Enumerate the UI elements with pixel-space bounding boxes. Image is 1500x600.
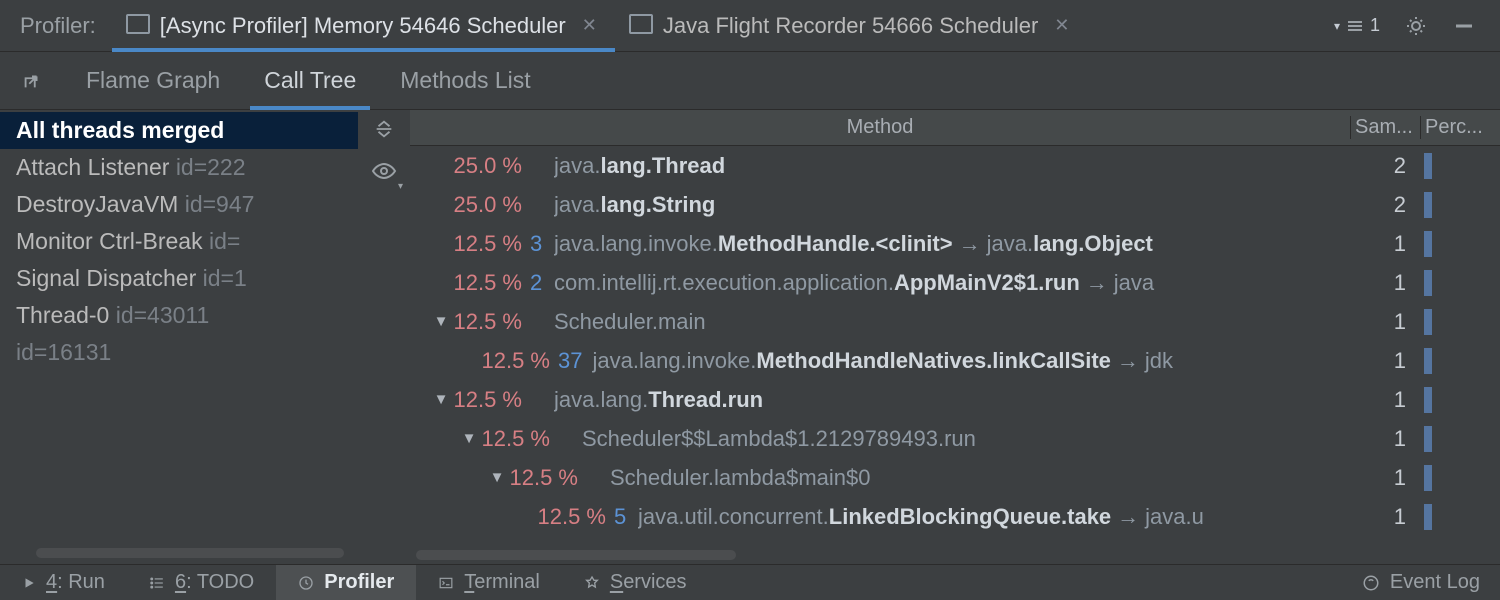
percent-bar	[1420, 192, 1500, 218]
view-toolbar: Flame Graph Call Tree Methods List	[0, 52, 1500, 110]
window-icon	[130, 18, 150, 34]
table-row[interactable]: 12.5 %3java.lang.invoke.MethodHandle.<cl…	[410, 224, 1500, 263]
thread-item[interactable]: Signal Dispatcher id=1	[0, 260, 358, 297]
tab-methods-list[interactable]: Methods List	[378, 52, 552, 109]
thread-item[interactable]: id=16131	[0, 334, 358, 371]
table-row[interactable]: 12.5 %5java.util.concurrent.LinkedBlocki…	[410, 497, 1500, 536]
table-row[interactable]: 12.5 %2com.intellij.rt.execution.applica…	[410, 263, 1500, 302]
hide-icon[interactable]	[1452, 14, 1476, 38]
tab-label: Java Flight Recorder 54666 Scheduler	[663, 13, 1038, 39]
percent-value: 12.5 %	[536, 504, 614, 530]
percent-bar	[1420, 504, 1500, 530]
method-name: java.lang.invoke.MethodHandleNatives.lin…	[592, 348, 1350, 374]
event-log-button[interactable]: Event Log	[1362, 571, 1500, 594]
percent-bar	[1420, 309, 1500, 335]
method-name: Scheduler.main	[554, 309, 1350, 335]
percent-bar	[1420, 426, 1500, 452]
thread-count-badge[interactable]: ▾ 1	[1334, 15, 1380, 36]
tool-window-profiler-button[interactable]: Profiler	[276, 565, 416, 600]
percent-bar	[1420, 348, 1500, 374]
method-name: java.util.concurrent.LinkedBlockingQueue…	[638, 504, 1350, 530]
samples-value: 1	[1350, 465, 1420, 491]
thread-item[interactable]: Monitor Ctrl-Break id=	[0, 223, 358, 260]
thread-item[interactable]: Thread-0 id=43011	[0, 297, 358, 334]
count-value: 3	[530, 231, 554, 257]
threads-list: All threads merged Attach Listener id=22…	[0, 110, 358, 564]
percent-bar	[1420, 153, 1500, 179]
samples-value: 1	[1350, 348, 1420, 374]
tool-window-run-button[interactable]: 4: Run	[0, 565, 127, 600]
percent-value: 25.0 %	[452, 192, 530, 218]
percent-value: 12.5 %	[452, 270, 530, 296]
method-name: com.intellij.rt.execution.application.Ap…	[554, 270, 1350, 296]
method-name: java.lang.invoke.MethodHandle.<clinit>→j…	[554, 231, 1350, 257]
percent-value: 12.5 %	[480, 348, 558, 374]
table-row[interactable]: 25.0 % java.lang.Thread2	[410, 146, 1500, 185]
percent-value: 12.5 %	[452, 309, 530, 335]
samples-value: 1	[1350, 387, 1420, 413]
thread-item[interactable]: DestroyJavaVM id=947	[0, 186, 358, 223]
chevron-down-icon[interactable]: ▼	[486, 469, 508, 486]
method-name: java.lang.Thread.run	[554, 387, 1350, 413]
tool-window-services-button[interactable]: Services	[562, 565, 709, 600]
tool-window-todo-button[interactable]: 6: TODO	[127, 565, 276, 600]
table-row[interactable]: 12.5 %37java.lang.invoke.MethodHandleNat…	[410, 341, 1500, 380]
expand-all-icon[interactable]	[373, 118, 395, 146]
samples-value: 2	[1350, 192, 1420, 218]
chevron-down-icon[interactable]: ▼	[430, 313, 452, 330]
count-value: 37	[558, 348, 592, 374]
close-icon[interactable]: ✕	[582, 15, 597, 36]
open-in-window-icon[interactable]	[8, 70, 56, 92]
percent-bar	[1420, 387, 1500, 413]
count-value: 5	[614, 504, 638, 530]
count-value: 2	[530, 270, 554, 296]
samples-value: 1	[1350, 270, 1420, 296]
tab-label: [Async Profiler] Memory 54646 Scheduler	[160, 13, 566, 39]
gear-icon[interactable]	[1404, 14, 1428, 38]
method-name: java.lang.String	[554, 192, 1350, 218]
profiler-title: Profiler:	[6, 13, 112, 39]
percent-value: 12.5 %	[508, 465, 586, 491]
samples-value: 1	[1350, 426, 1420, 452]
table-row[interactable]: 25.0 % java.lang.String2	[410, 185, 1500, 224]
scrollbar-horizontal[interactable]	[36, 548, 344, 558]
percent-value: 25.0 %	[452, 153, 530, 179]
chevron-down-icon[interactable]: ▼	[430, 391, 452, 408]
tab-flame-graph[interactable]: Flame Graph	[64, 52, 242, 109]
tool-window-terminal-button[interactable]: Terminal	[416, 565, 562, 600]
percent-value: 12.5 %	[452, 387, 530, 413]
tool-window-bar: 4: Run6: TODOProfilerTerminalServices Ev…	[0, 564, 1500, 600]
percent-bar	[1420, 270, 1500, 296]
column-percent[interactable]: Perc...	[1420, 116, 1500, 139]
samples-value: 1	[1350, 309, 1420, 335]
method-name: java.lang.Thread	[554, 153, 1350, 179]
table-row[interactable]: ▼12.5 % Scheduler.main1	[410, 302, 1500, 341]
percent-bar	[1420, 465, 1500, 491]
percent-value: 12.5 %	[480, 426, 558, 452]
percent-bar	[1420, 231, 1500, 257]
samples-value: 1	[1350, 231, 1420, 257]
tab-call-tree[interactable]: Call Tree	[242, 52, 378, 109]
profiler-tab-async[interactable]: [Async Profiler] Memory 54646 Scheduler …	[112, 0, 615, 51]
profiler-tab-jfr[interactable]: Java Flight Recorder 54666 Scheduler ✕	[615, 0, 1088, 51]
method-name: Scheduler.lambda$main$0	[610, 465, 1350, 491]
scrollbar-horizontal[interactable]	[416, 550, 736, 560]
chevron-down-icon[interactable]: ▼	[458, 430, 480, 447]
table-row[interactable]: ▼12.5 % Scheduler.lambda$main$01	[410, 458, 1500, 497]
profiler-tabbar: Profiler: [Async Profiler] Memory 54646 …	[0, 0, 1500, 52]
close-icon[interactable]: ✕	[1054, 15, 1069, 36]
percent-value: 12.5 %	[452, 231, 530, 257]
table-row[interactable]: ▼12.5 % Scheduler$$Lambda$1.2129789493.ru…	[410, 419, 1500, 458]
table-row[interactable]: ▼12.5 % java.lang.Thread.run1	[410, 380, 1500, 419]
focus-icon[interactable]: ▾	[371, 162, 397, 186]
thread-item[interactable]: All threads merged	[0, 112, 358, 149]
call-tree-table: Method Sam... Perc... 25.0 % java.lang.Th…	[410, 110, 1500, 564]
window-icon	[633, 18, 653, 34]
samples-value: 2	[1350, 153, 1420, 179]
column-method[interactable]: Method	[410, 116, 1350, 139]
method-name: Scheduler$$Lambda$1.2129789493.run	[582, 426, 1350, 452]
samples-value: 1	[1350, 504, 1420, 530]
thread-item[interactable]: Attach Listener id=222	[0, 149, 358, 186]
column-samples[interactable]: Sam...	[1350, 116, 1420, 139]
